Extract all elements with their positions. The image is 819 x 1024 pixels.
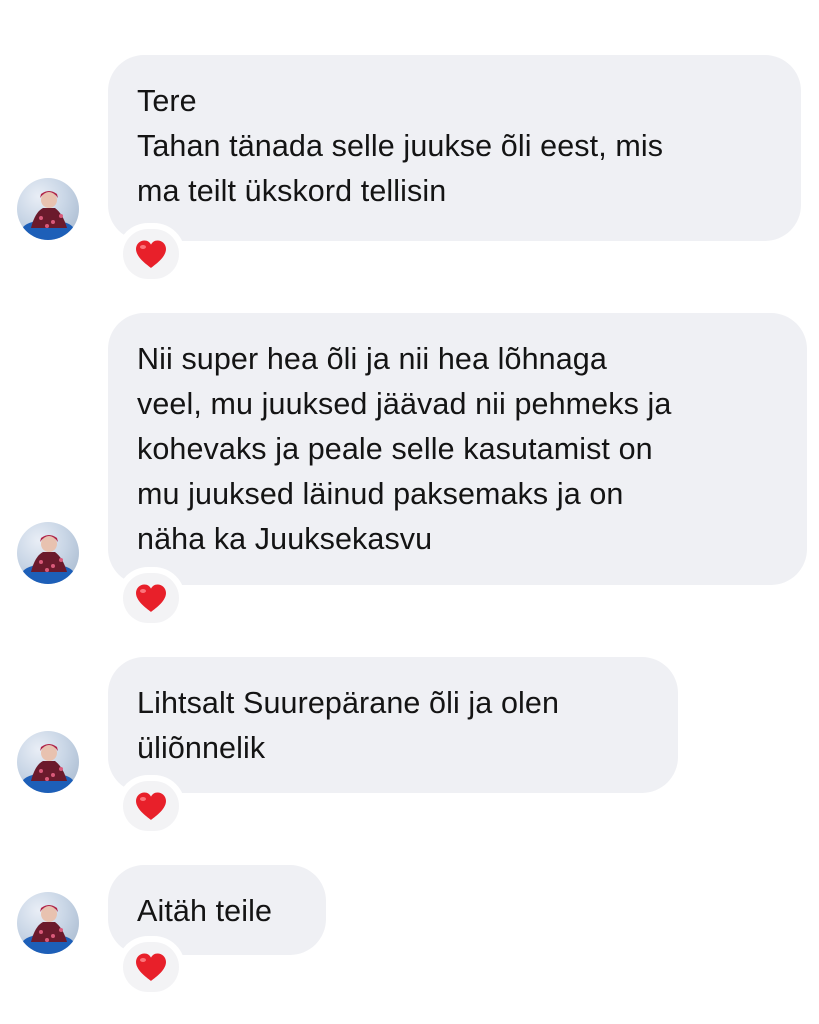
reaction-badge[interactable] (120, 778, 182, 834)
reaction-badge[interactable] (120, 570, 182, 626)
message-text-line: Lihtsalt Suurepärane õli ja olen (137, 686, 560, 720)
heart-icon (136, 792, 166, 820)
avatar[interactable] (17, 178, 79, 240)
heart-icon (136, 240, 166, 268)
message-text-line: mu juuksed läinud paksemaks ja on (137, 477, 624, 511)
heart-icon (136, 953, 166, 981)
message-bubble[interactable]: Tere Tahan tänada selle juukse õli eest,… (108, 55, 801, 241)
message-text-line: Nii super hea õli ja nii hea lõhnaga (137, 342, 607, 376)
message-text-line: Aitäh teile (137, 894, 273, 928)
message-text-line: üliõnnelik (137, 731, 266, 765)
message-text-line: Tahan tänada selle juukse õli eest, mis (137, 129, 664, 163)
avatar[interactable] (17, 731, 79, 793)
message-text-line: ma teilt ükskord tellisin (137, 174, 447, 208)
message-bubble[interactable]: Lihtsalt Suurepärane õli ja olen üliõnne… (108, 657, 678, 793)
message-bubble[interactable]: Nii super hea õli ja nii hea lõhnaga vee… (108, 313, 807, 585)
heart-icon (136, 584, 166, 612)
reaction-badge[interactable] (120, 226, 182, 282)
avatar[interactable] (17, 892, 79, 954)
chat-thread: Tere Tahan tänada selle juukse õli eest,… (0, 0, 819, 1024)
reaction-badge[interactable] (120, 939, 182, 995)
message-text-line: kohevaks ja peale selle kasutamist on (137, 432, 653, 466)
avatar[interactable] (17, 522, 79, 584)
message-text-line: veel, mu juuksed jäävad nii pehmeks ja (137, 387, 672, 421)
message-text-line: Tere (137, 84, 197, 118)
message-text-line: näha ka Juuksekasvu (137, 522, 433, 556)
